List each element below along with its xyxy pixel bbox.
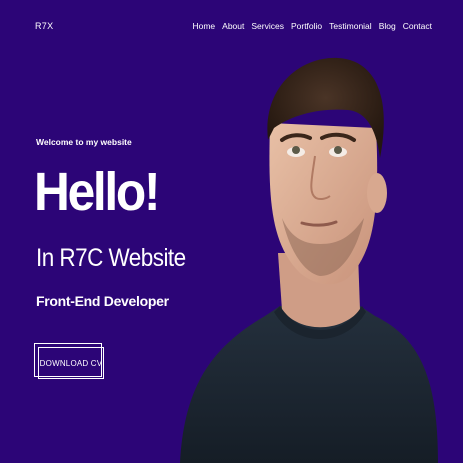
hero-heading: Hello! — [34, 162, 161, 222]
nav-about[interactable]: About — [222, 21, 244, 31]
download-cv-wrapper: DOWNLOAD CV — [34, 343, 104, 379]
site-logo[interactable]: R7X — [35, 21, 53, 31]
portrait-photo — [180, 57, 438, 463]
download-cv-button[interactable]: DOWNLOAD CV — [38, 347, 104, 379]
hero-subtitle: In R7C Website — [36, 244, 186, 272]
nav-testimonial[interactable]: Testimonial — [329, 21, 372, 31]
nav-contact[interactable]: Contact — [403, 21, 432, 31]
nav-menu: Home About Services Portfolio Testimonia… — [192, 21, 432, 31]
role-text: Front-End Developer — [36, 293, 169, 309]
navbar: R7X Home About Services Portfolio Testim… — [0, 0, 463, 52]
welcome-text: Welcome to my website — [36, 137, 132, 147]
hero-page: R7X Home About Services Portfolio Testim… — [0, 0, 463, 463]
nav-home[interactable]: Home — [192, 21, 215, 31]
nav-services[interactable]: Services — [251, 21, 284, 31]
nav-blog[interactable]: Blog — [379, 21, 396, 31]
nav-portfolio[interactable]: Portfolio — [291, 21, 322, 31]
